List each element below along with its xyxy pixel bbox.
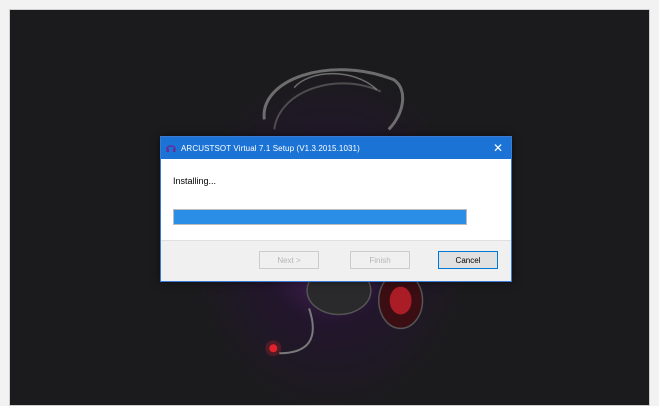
cancel-button[interactable]: Cancel: [438, 251, 498, 269]
install-status-text: Installing...: [173, 176, 217, 186]
headset-app-icon: [166, 143, 176, 153]
button-strip: Next > Finish Cancel: [161, 240, 511, 281]
next-button[interactable]: Next >: [259, 251, 319, 269]
progress-fill: [174, 210, 466, 224]
dialog-titlebar[interactable]: ARCUSTSOT Virtual 7.1 Setup (V1.3.2015.1…: [161, 137, 511, 159]
close-icon[interactable]: ✕: [485, 137, 511, 159]
finish-button[interactable]: Finish: [350, 251, 410, 269]
dialog-title: ARCUSTSOT Virtual 7.1 Setup (V1.3.2015.1…: [181, 143, 360, 153]
install-progress-bar: [173, 209, 467, 225]
setup-dialog: ARCUSTSOT Virtual 7.1 Setup (V1.3.2015.1…: [160, 136, 512, 282]
dialog-body: Installing... Next > Finish Cancel: [161, 159, 511, 281]
